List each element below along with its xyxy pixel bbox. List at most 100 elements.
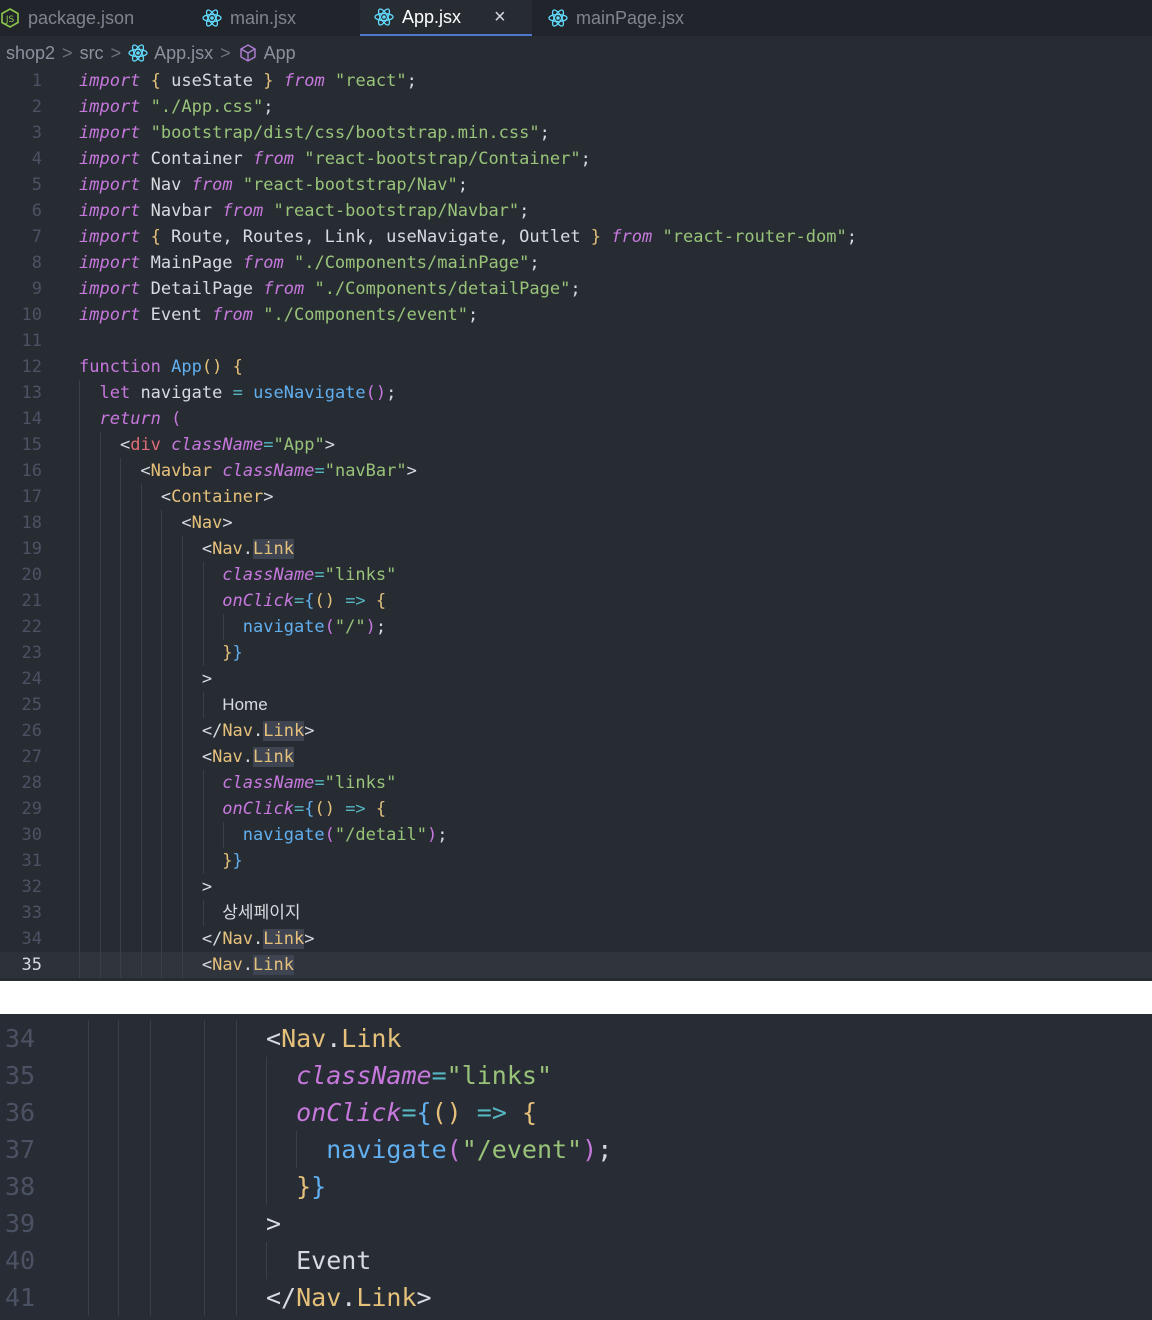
code-token: "links" bbox=[324, 565, 397, 585]
code-line[interactable]: 17 <Container> bbox=[0, 484, 1152, 510]
indent-guide bbox=[204, 1094, 205, 1131]
code-text: navigate("/detail"); bbox=[79, 822, 448, 848]
code-line[interactable]: 35 className="links" bbox=[0, 1057, 1152, 1094]
line-number: 6 bbox=[31, 201, 42, 221]
code-line[interactable]: 24 > bbox=[0, 666, 1152, 692]
code-line[interactable]: 30 navigate("/detail"); bbox=[0, 822, 1152, 848]
code-line[interactable]: 1 import { useState } from "react"; bbox=[0, 68, 1152, 94]
code-token: Nav bbox=[212, 539, 243, 559]
code-text: import Nav from "react-bootstrap/Nav"; bbox=[79, 172, 468, 198]
code-line[interactable]: 4 import Container from "react-bootstrap/… bbox=[0, 146, 1152, 172]
line-number: 16 bbox=[21, 461, 42, 481]
code-token: navigate bbox=[326, 1135, 447, 1164]
code-token: className bbox=[222, 461, 315, 481]
code-editor[interactable]: 1 import { useState } from "react"; 2 impor… bbox=[0, 68, 1152, 978]
code-line[interactable]: 10 import Event from "./Components/event"… bbox=[0, 302, 1152, 328]
code-text: > bbox=[79, 874, 212, 900]
indent-guide bbox=[150, 1057, 151, 1094]
code-line[interactable]: 26 </Nav.Link> bbox=[0, 718, 1152, 744]
code-line[interactable]: 2 import "./App.css"; bbox=[0, 94, 1152, 120]
editor-bottom-panel: 34 <Nav.Link 35 className="links" 36 onClic… bbox=[0, 1014, 1152, 1320]
code-text: import Event from "./Components/event"; bbox=[79, 302, 478, 328]
code-text: import "./App.css"; bbox=[79, 94, 274, 120]
tab-main-jsx[interactable]: main.jsx bbox=[202, 0, 296, 36]
tab-app-jsx[interactable]: App.jsx × bbox=[360, 0, 532, 36]
code-line[interactable]: 38 }} bbox=[0, 1168, 1152, 1205]
indent-guide bbox=[88, 1168, 89, 1205]
code-line[interactable]: 29 onClick={() => { bbox=[0, 796, 1152, 822]
code-token: Nav bbox=[191, 513, 223, 533]
code-line[interactable]: 28 className="links" bbox=[0, 770, 1152, 796]
code-line[interactable]: 15 <div className="App"> bbox=[0, 432, 1152, 458]
code-token: Nav bbox=[212, 747, 243, 767]
code-token: () bbox=[431, 1098, 462, 1127]
code-line[interactable]: 22 navigate("/"); bbox=[0, 614, 1152, 640]
chevron-right-icon: > bbox=[110, 42, 122, 63]
code-line[interactable]: 7 import { Route, Routes, Link, useNaviga… bbox=[0, 224, 1152, 250]
code-line[interactable]: 35 <Nav.Link bbox=[0, 952, 1152, 978]
code-line[interactable]: 14 return ( bbox=[0, 406, 1152, 432]
code-token: ; bbox=[437, 825, 448, 845]
breadcrumb-file-app-jsx[interactable]: App.jsx bbox=[154, 43, 213, 64]
code-editor-zoomed[interactable]: 34 <Nav.Link 35 className="links" 36 onClic… bbox=[0, 1020, 1152, 1316]
code-line[interactable]: 12 function App() { bbox=[0, 354, 1152, 380]
code-token: import bbox=[79, 227, 141, 247]
code-line[interactable]: 20 className="links" bbox=[0, 562, 1152, 588]
code-line[interactable]: 32 > bbox=[0, 874, 1152, 900]
code-token: import bbox=[79, 97, 141, 117]
code-token: ( bbox=[171, 409, 182, 429]
code-line[interactable]: 8 import MainPage from "./Components/main… bbox=[0, 250, 1152, 276]
code-token: function bbox=[79, 357, 161, 377]
code-token: "/" bbox=[334, 617, 366, 637]
code-line[interactable]: 9 import DetailPage from "./Components/de… bbox=[0, 276, 1152, 302]
close-icon[interactable]: × bbox=[494, 6, 506, 29]
code-token: ; bbox=[597, 1135, 613, 1164]
code-line[interactable]: 40 Event bbox=[0, 1242, 1152, 1279]
code-line[interactable]: 11 bbox=[0, 328, 1152, 354]
code-token: => bbox=[476, 1098, 507, 1127]
code-line[interactable]: 23 }} bbox=[0, 640, 1152, 666]
code-line[interactable]: 5 import Nav from "react-bootstrap/Nav"; bbox=[0, 172, 1152, 198]
code-token: => bbox=[345, 799, 366, 819]
line-number: 2 bbox=[31, 97, 42, 117]
code-line[interactable]: 34 </Nav.Link> bbox=[0, 926, 1152, 952]
code-line[interactable]: 21 onClick={() => { bbox=[0, 588, 1152, 614]
code-token: { bbox=[304, 799, 315, 819]
code-line[interactable]: 41 </Nav.Link> bbox=[0, 1279, 1152, 1316]
code-line[interactable]: 3 import "bootstrap/dist/css/bootstrap.mi… bbox=[0, 120, 1152, 146]
code-line[interactable]: 19 <Nav.Link bbox=[0, 536, 1152, 562]
code-line[interactable]: 16 <Navbar className="navBar"> bbox=[0, 458, 1152, 484]
code-text: className="links" bbox=[79, 562, 396, 588]
tab-mainpage-jsx[interactable]: mainPage.jsx bbox=[548, 0, 684, 36]
code-line[interactable]: 39 > bbox=[0, 1205, 1152, 1242]
code-text: import DetailPage from "./Components/det… bbox=[79, 276, 581, 302]
code-token: from bbox=[212, 305, 254, 325]
code-line[interactable]: 36 onClick={() => { bbox=[0, 1094, 1152, 1131]
code-token: { bbox=[375, 591, 387, 611]
code-line[interactable]: 6 import Navbar from "react-bootstrap/Nav… bbox=[0, 198, 1152, 224]
code-text: <div className="App"> bbox=[79, 432, 335, 458]
code-text: Event bbox=[266, 1242, 371, 1279]
tab-package-json[interactable]: JS package.json bbox=[0, 0, 134, 36]
code-text: className="links" bbox=[79, 770, 396, 796]
code-line[interactable]: 13 let navigate = useNavigate(); bbox=[0, 380, 1152, 406]
code-line[interactable]: 31 }} bbox=[0, 848, 1152, 874]
code-line[interactable]: 27 <Nav.Link bbox=[0, 744, 1152, 770]
code-token: "react-bootstrap/Container" bbox=[304, 149, 581, 169]
code-line[interactable]: 33 상세페이지 bbox=[0, 900, 1152, 926]
code-line[interactable]: 18 <Nav> bbox=[0, 510, 1152, 536]
breadcrumb-folder-shop2[interactable]: shop2 bbox=[6, 43, 55, 64]
code-token: > bbox=[324, 435, 335, 455]
breadcrumb-symbol-app[interactable]: App bbox=[264, 43, 296, 64]
code-token: Container bbox=[140, 149, 254, 169]
code-line[interactable]: 25 Home bbox=[0, 692, 1152, 718]
code-line[interactable]: 37 navigate("/event"); bbox=[0, 1131, 1152, 1168]
code-line[interactable]: 34 <Nav.Link bbox=[0, 1020, 1152, 1057]
breadcrumb-folder-src[interactable]: src bbox=[80, 43, 104, 64]
